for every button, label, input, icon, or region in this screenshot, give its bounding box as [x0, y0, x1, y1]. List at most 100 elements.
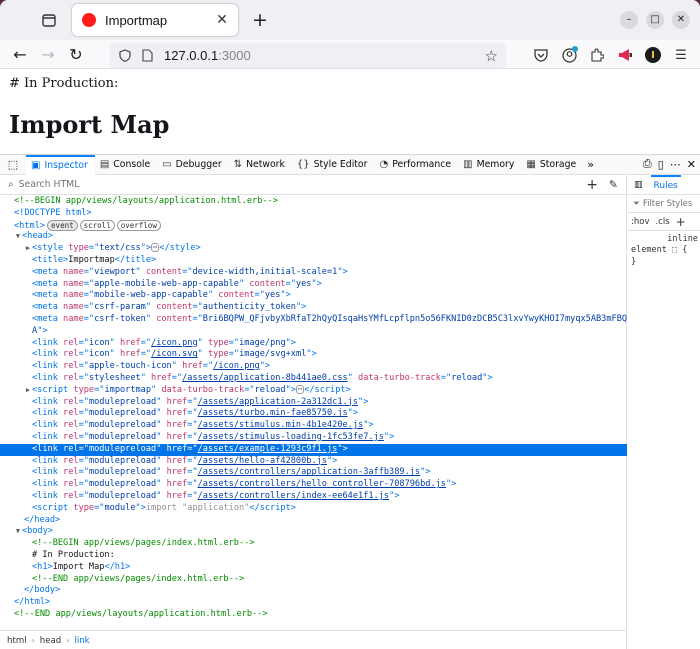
markup-line[interactable]: <link rel="modulepreload" href="/assets/… — [0, 467, 627, 479]
attr-link[interactable]: /assets/hello-af42800b.js — [198, 456, 327, 466]
attr-link[interactable]: /assets/application-8b441ae0.css — [182, 373, 348, 383]
attr-link[interactable]: /icon.png — [151, 338, 198, 348]
attr-link[interactable]: /assets/application-2a312dc1.js — [198, 397, 358, 407]
attr-link[interactable]: /assets/controllers/application-3affb389… — [198, 467, 420, 477]
hov-toggle[interactable]: :hov — [631, 217, 649, 227]
markup-line[interactable]: <link rel="modulepreload" href="/assets/… — [0, 456, 627, 468]
markup-line[interactable]: <meta name="csrf-param" content="authent… — [0, 302, 627, 314]
attr-link[interactable]: /assets/stimulus-loading-1fc53fe7.js — [198, 432, 384, 442]
collapsed-content-icon[interactable]: ⋯ — [295, 384, 305, 394]
reload-button[interactable]: ↻ — [62, 42, 90, 66]
maximize-button[interactable]: □ — [646, 11, 664, 29]
attr-link[interactable]: /icon.svg — [151, 349, 198, 359]
collapsed-toggle-icon[interactable]: ▶ — [24, 385, 32, 397]
profile-avatar[interactable]: I — [642, 44, 664, 66]
markup-line[interactable]: # In Production: — [0, 550, 627, 562]
search-html-bar[interactable]: ⌕ Search HTML + ✎ — [0, 175, 626, 195]
markup-line[interactable]: </body> — [0, 585, 627, 597]
close-devtools-icon[interactable]: ✕ — [687, 158, 696, 171]
close-window-button[interactable]: ✕ — [672, 11, 690, 29]
attr-link[interactable]: /assets/controllers/hello_controller-708… — [198, 479, 446, 489]
markup-line[interactable]: ▶ <script type="importmap" data-turbo-tra… — [0, 384, 627, 397]
browser-tab[interactable]: Importmap ✕ — [72, 4, 238, 36]
add-rule-icon[interactable]: + — [676, 215, 686, 229]
megaphone-icon[interactable] — [614, 44, 636, 66]
extensions-icon[interactable] — [586, 44, 608, 66]
shield-icon[interactable] — [118, 49, 132, 63]
markup-line[interactable]: <link rel="icon" href="/icon.svg" type="… — [0, 349, 627, 361]
markup-line[interactable]: <title>Importmap</title> — [0, 255, 627, 267]
markup-line[interactable]: <link rel="modulepreload" href="/assets/… — [0, 420, 627, 432]
eyedropper-icon[interactable]: ✎ — [609, 178, 618, 191]
markup-line[interactable]: <link rel="modulepreload" href="/assets/… — [0, 479, 627, 491]
new-tab-button[interactable]: + — [248, 9, 272, 31]
filter-styles-input[interactable]: ⏷ Filter Styles — [628, 195, 700, 213]
pocket-icon[interactable] — [530, 44, 552, 66]
back-button[interactable]: ← — [6, 42, 34, 66]
markup-line[interactable]: <link rel="modulepreload" href="/assets/… — [0, 432, 627, 444]
breadcrumb-html[interactable]: html — [7, 636, 27, 646]
attr-link[interactable]: /icon.png — [213, 361, 260, 371]
markup-line[interactable]: <!DOCTYPE html> — [0, 208, 627, 220]
tab-console[interactable]: ▤ Console — [95, 155, 157, 175]
tab-storage[interactable]: ▦ Storage — [521, 155, 583, 175]
screenshot-icon[interactable]: ⎙ — [643, 157, 652, 171]
markup-line[interactable]: <link rel="modulepreload" href="/assets/… — [0, 397, 627, 409]
options-menu-icon[interactable]: ⋯ — [670, 158, 681, 171]
attr-link[interactable]: /assets/turbo.min-fae85750.js — [198, 408, 348, 418]
markup-line[interactable]: <meta name="csrf-token" content="Bri6BQP… — [0, 314, 627, 326]
element-rule[interactable]: element ⬚ { — [628, 244, 700, 256]
markup-line[interactable]: ▶ <style type="text/css"> ⋯ </style> — [0, 243, 627, 255]
selected-markup-line[interactable]: <link rel="modulepreload" href="/assets/… — [0, 443, 627, 456]
element-picker-icon[interactable]: ⬚ — [0, 158, 26, 171]
page-icon[interactable] — [140, 49, 154, 63]
markup-line[interactable]: <link rel="stylesheet" href="/assets/app… — [0, 373, 627, 385]
markup-line[interactable]: </head> — [0, 515, 627, 527]
markup-line[interactable]: <meta name="mobile-web-app-capable" cont… — [0, 290, 627, 302]
scroll-badge[interactable]: scroll — [79, 219, 115, 231]
collapsed-toggle-icon[interactable]: ▶ — [24, 243, 32, 255]
app-menu-icon[interactable]: ☰ — [670, 44, 692, 66]
markup-line[interactable]: ▼ <body> — [0, 526, 627, 538]
markup-line[interactable]: <script type="module">import "applicatio… — [0, 503, 627, 515]
overflow-badge[interactable]: overflow — [116, 219, 161, 231]
list-all-tabs-button[interactable] — [34, 5, 64, 35]
address-bar[interactable]: 127.0.0.1:3000 ☆ — [110, 43, 506, 68]
tab-inspector[interactable]: ▣ Inspector — [26, 154, 95, 175]
markup-line[interactable]: <link rel="apple-touch-icon" href="/icon… — [0, 361, 627, 373]
expand-toggle-icon[interactable]: ▼ — [14, 526, 22, 538]
attr-link[interactable]: /assets/stimulus.min-4b1e420e.js — [198, 420, 364, 430]
minimize-button[interactable]: – — [620, 11, 638, 29]
markup-line[interactable]: ▼ <head> — [0, 231, 627, 243]
tab-performance[interactable]: ◔ Performance — [374, 155, 458, 175]
markup-line[interactable]: <meta name="viewport" content="device-wi… — [0, 267, 627, 279]
markup-line[interactable]: <h1>Import Map</h1> — [0, 562, 627, 574]
attr-link[interactable]: /assets/example-1293c9f1.js — [198, 444, 338, 454]
markup-line[interactable]: A"> — [0, 326, 627, 338]
markup-line[interactable]: <!--BEGIN app/views/layouts/application.… — [0, 196, 627, 208]
layout-toggle-icon[interactable]: ▥ — [634, 180, 643, 190]
account-icon[interactable] — [558, 44, 580, 66]
markup-line[interactable]: <!--END app/views/pages/index.html.erb--… — [0, 574, 627, 586]
tab-network[interactable]: ⇅ Network — [229, 155, 292, 175]
bookmark-star-icon[interactable]: ☆ — [485, 47, 498, 65]
tab-debugger[interactable]: ▭ Debugger — [157, 155, 228, 175]
event-badge[interactable]: event — [47, 219, 78, 231]
tab-style-editor[interactable]: {} Style Editor — [292, 155, 375, 175]
breadcrumb-head[interactable]: head — [40, 636, 61, 646]
breadcrumb-link[interactable]: link — [74, 636, 89, 646]
search-html-input[interactable]: Search HTML — [19, 179, 80, 190]
tab-memory[interactable]: ▥ Memory — [458, 155, 521, 175]
markup-line[interactable]: <html> event scroll overflow — [0, 219, 627, 232]
forward-button[interactable]: → — [34, 42, 62, 66]
expand-toggle-icon[interactable]: ▼ — [14, 231, 22, 243]
markup-line[interactable]: </html> — [0, 597, 627, 609]
markup-line[interactable]: <link rel="modulepreload" href="/assets/… — [0, 408, 627, 420]
markup-line[interactable]: <meta name="apple-mobile-web-app-capable… — [0, 279, 627, 291]
add-node-button[interactable]: + — [586, 177, 598, 193]
markup-line[interactable]: <link rel="modulepreload" href="/assets/… — [0, 491, 627, 503]
markup-line[interactable]: <!--BEGIN app/views/pages/index.html.erb… — [0, 538, 627, 550]
cls-toggle[interactable]: .cls — [655, 217, 669, 227]
tab-rules[interactable]: Rules — [650, 174, 681, 195]
markup-line[interactable]: <!--END app/views/layouts/application.ht… — [0, 609, 627, 621]
